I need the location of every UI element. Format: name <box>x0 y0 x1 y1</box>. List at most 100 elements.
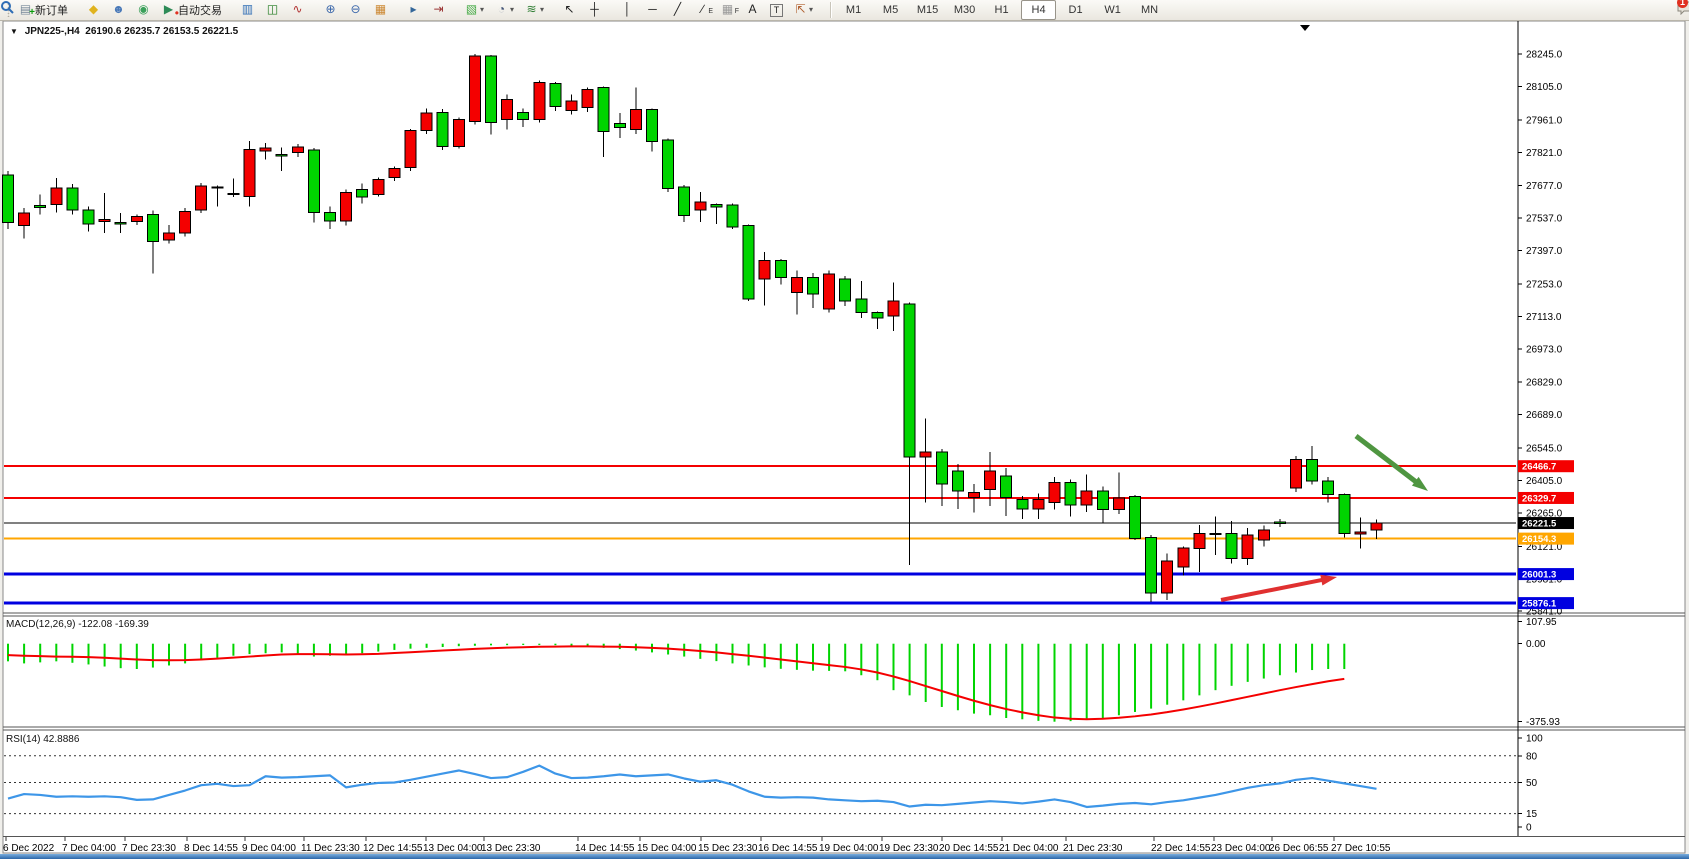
price-line-badge-value: 26001.3 <box>1522 570 1556 581</box>
timeframe-button-m5[interactable]: M5 <box>873 0 908 20</box>
zoom-in-button[interactable]: ⊕ <box>319 0 342 20</box>
timeframe-button-d1[interactable]: D1 <box>1058 0 1093 20</box>
time-axis-label: 13 Dec 23:30 <box>481 843 541 854</box>
chat-button[interactable]: 1 <box>1676 0 1684 20</box>
trendline-button[interactable]: ╱ <box>666 0 689 20</box>
hline-button[interactable]: ─ <box>641 0 664 20</box>
candle-body <box>357 190 368 197</box>
styles-button[interactable]: ◆ <box>82 0 105 20</box>
search-icon <box>0 0 14 14</box>
text-label-button[interactable]: T <box>766 1 787 21</box>
cursor-button[interactable]: ↖ <box>558 0 581 20</box>
vline-button[interactable]: │ <box>616 0 639 20</box>
candle-body <box>19 213 30 225</box>
line-chart-icon: ∿ <box>290 2 305 17</box>
candlestick-chart-button[interactable]: ◫ <box>261 0 284 20</box>
cursor-icon: ↖ <box>562 2 577 17</box>
line-chart-button[interactable]: ∿ <box>286 0 309 20</box>
time-axis-label: 9 Dec 04:00 <box>242 843 296 854</box>
tile-windows-button[interactable]: ▦ <box>369 0 392 20</box>
channel-button[interactable]: ▦ <box>716 0 739 20</box>
candle-body <box>759 261 770 280</box>
crosshair-button[interactable]: ┼ <box>583 0 606 20</box>
candle-body <box>453 120 464 147</box>
candle-body <box>985 471 996 490</box>
time-axis-label: 6 Dec 2022 <box>3 843 55 854</box>
timeframe-button-m30[interactable]: M30 <box>947 0 982 20</box>
timeframe-button-m15[interactable]: M15 <box>910 0 945 20</box>
rsi-value: 42.8886 <box>43 734 79 745</box>
candle-body <box>1081 491 1092 505</box>
time-axis-label: 16 Dec 14:55 <box>758 843 818 854</box>
time-axis-label: 19 Dec 23:30 <box>879 843 939 854</box>
chevron-down-icon[interactable]: ▾ <box>809 5 813 14</box>
new-order-button[interactable]: ▤新订单 <box>14 0 72 20</box>
text-button[interactable]: A <box>741 0 764 20</box>
timeframe-button-h4[interactable]: H4 <box>1021 0 1056 20</box>
chart-window <box>3 21 1685 853</box>
price-tick-label: 28105.0 <box>1526 82 1563 93</box>
price-tick-label: 27961.0 <box>1526 115 1563 126</box>
arrows-button[interactable]: ⇱▾ <box>789 0 817 20</box>
timeframe-button-m1[interactable]: M1 <box>836 0 871 20</box>
chevron-down-icon[interactable]: ▾ <box>540 5 544 14</box>
candle-body <box>196 186 207 210</box>
time-axis-label: 26 Dec 06:55 <box>1269 843 1329 854</box>
time-axis-label: 8 Dec 14:55 <box>184 843 238 854</box>
chart-play-button[interactable]: ▸ <box>402 0 425 20</box>
time-axis-label: 19 Dec 04:00 <box>819 843 879 854</box>
timeframe-button-mn[interactable]: MN <box>1132 0 1167 20</box>
price-tick-label: 26545.0 <box>1526 444 1563 455</box>
chevron-down-icon[interactable]: ▾ <box>510 5 514 14</box>
chart-canvas[interactable]: 28245.028105.027961.027821.027677.027537… <box>0 0 1689 859</box>
fibonacci-button[interactable]: ∕ <box>691 0 714 20</box>
new-chart-button[interactable]: ▧▾ <box>460 0 488 20</box>
signals-button[interactable]: ◉ <box>132 0 155 20</box>
timeframe-button-h1[interactable]: H1 <box>984 0 1019 20</box>
candle-body <box>534 82 545 119</box>
candle-body <box>99 219 110 221</box>
candle-body <box>1113 498 1124 510</box>
candle-body <box>308 150 319 212</box>
candle-body <box>276 154 287 155</box>
candle-body <box>228 193 239 194</box>
autotrade-icon: ▶ <box>161 2 176 17</box>
chevron-down-icon[interactable]: ▾ <box>480 5 484 14</box>
chart-step-button[interactable]: ⇥ <box>427 0 450 20</box>
candle-body <box>936 452 947 484</box>
macd-axis-label: -375.93 <box>1526 717 1560 728</box>
new-order-label: 新订单 <box>35 2 68 18</box>
zoom-out-icon: ⊖ <box>348 2 363 17</box>
candle-body <box>1017 499 1028 509</box>
zoom-out-button[interactable]: ⊖ <box>344 0 367 20</box>
zoom-in-icon: ⊕ <box>323 2 338 17</box>
new-order-icon: ▤ <box>18 2 33 17</box>
time-axis-label: 21 Dec 23:30 <box>1063 843 1123 854</box>
profile-button[interactable]: ☻ <box>107 0 130 20</box>
chart-ohlc-quote: 26190.6 26235.7 26153.5 26221.5 <box>85 26 238 37</box>
rsi-axis-label: 100 <box>1526 734 1543 745</box>
candle-body <box>663 140 674 189</box>
indicators-button[interactable]: ≋▾ <box>520 0 548 20</box>
bar-chart-button[interactable]: ▥ <box>236 0 259 20</box>
time-axis-label: 7 Dec 23:30 <box>122 843 176 854</box>
period-clock-button[interactable]: ◔▾ <box>490 0 518 20</box>
candle-body <box>83 210 94 224</box>
search-button[interactable] <box>1666 0 1674 20</box>
candle-body <box>872 313 883 318</box>
window-bottom-border <box>0 854 1689 859</box>
styles-icon: ◆ <box>86 2 101 17</box>
candle-body <box>486 56 497 123</box>
candle-body <box>1339 495 1350 534</box>
candle-body <box>115 222 126 224</box>
price-tick-label: 27113.0 <box>1526 312 1562 323</box>
timeframe-button-w1[interactable]: W1 <box>1095 0 1130 20</box>
macd-main-value: -122.08 <box>78 619 112 630</box>
chart-collapse-icon[interactable]: ▼ <box>10 27 18 36</box>
time-axis-label: 21 Dec 04:00 <box>999 843 1059 854</box>
candle-body <box>1097 491 1108 510</box>
candle-body <box>1049 483 1060 503</box>
autotrade-button[interactable]: ▶自动交易 <box>157 0 226 20</box>
candle-body <box>341 192 352 221</box>
candle-body <box>260 148 271 151</box>
